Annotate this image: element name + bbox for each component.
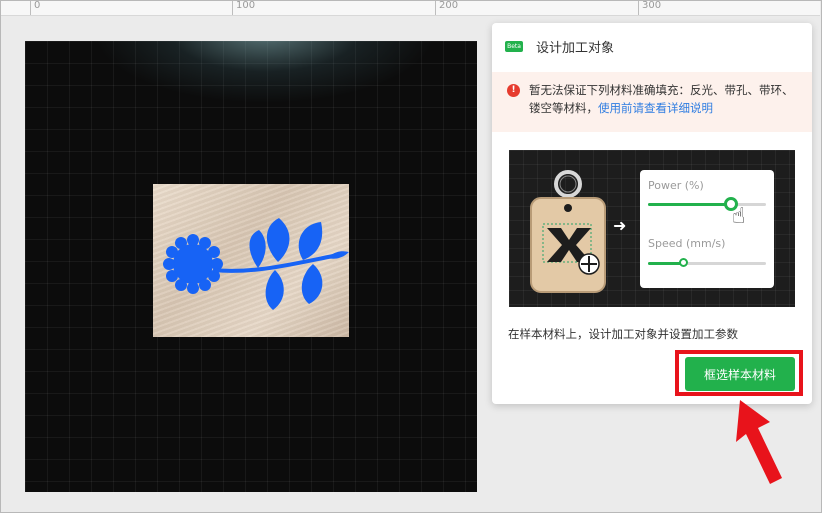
- power-slider: [648, 197, 766, 211]
- warning-notice: ! 暂无法保证下列材料准确填充：反光、带孔、带环、镂空等材料，使用前请查看详细说…: [492, 72, 812, 132]
- ruler-label-100: 100: [236, 0, 256, 11]
- hand-cursor-icon: ☝: [732, 204, 746, 229]
- parameter-card: Power (%) ☝ Speed (mm/s): [640, 170, 774, 288]
- speed-slider-thumb: [678, 258, 688, 267]
- details-link[interactable]: 使用前请查看详细说明: [598, 101, 713, 115]
- ruler-tick: [638, 1, 639, 15]
- panel-title: 设计加工对象: [536, 41, 615, 56]
- speed-label: Speed (mm/s): [648, 237, 726, 250]
- design-object-panel: Beta 设计加工对象 ! 暂无法保证下列材料准确填充：反光、带孔、带环、镂空等…: [492, 23, 812, 404]
- workspace-canvas[interactable]: [25, 41, 477, 492]
- ruler-label-0: 0: [34, 0, 41, 11]
- material-sample[interactable]: [153, 184, 349, 337]
- highlight-annotation: [675, 350, 803, 396]
- speed-slider: [648, 258, 766, 267]
- warning-text: 暂无法保证下列材料准确填充：反光、带孔、带环、镂空等材料，使用前请查看详细说明: [529, 81, 801, 117]
- arrow-right-icon: ➜: [613, 216, 627, 235]
- panel-header: Beta 设计加工对象: [492, 23, 812, 69]
- alert-icon: !: [507, 84, 520, 97]
- ruler-label-200: 200: [439, 0, 459, 11]
- instruction-text: 在样本材料上，设计加工对象并设置加工参数: [508, 327, 738, 341]
- red-arrow-annotation: [736, 400, 782, 484]
- ruler-tick: [232, 1, 233, 15]
- power-label: Power (%): [648, 179, 704, 192]
- ruler-tick: [30, 1, 31, 15]
- beta-badge: Beta: [505, 41, 523, 52]
- flower-design[interactable]: [153, 184, 349, 337]
- ruler-label-300: 300: [642, 0, 662, 11]
- ruler-tick: [435, 1, 436, 15]
- top-ruler: 0 100 200 300: [1, 0, 820, 16]
- tutorial-illustration: ➜ Power (%) ☝ Speed (mm/s): [509, 150, 795, 307]
- power-slider-fill: [648, 203, 731, 206]
